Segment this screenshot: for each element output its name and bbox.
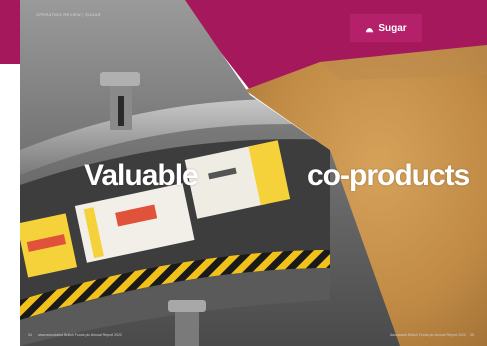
sugar-section-tab: Sugar: [350, 14, 422, 42]
tab-label: Sugar: [378, 22, 407, 34]
section-label: OPERATING REVIEW | SUGAR: [36, 12, 101, 17]
footer-right: Associated British Foods plc Annual Repo…: [390, 333, 466, 337]
headline-right: co-products: [307, 159, 470, 192]
magazine-spread: OPERATING REVIEW | SUGAR Sugar Valuable …: [0, 0, 487, 346]
page-number-left: 34: [28, 333, 32, 337]
headline-left: Valuable: [84, 159, 199, 192]
sugar-icon: [366, 27, 374, 32]
footer-left: www.associated British Foods plc Annual …: [38, 333, 122, 337]
page-number-right: 35: [470, 333, 474, 337]
